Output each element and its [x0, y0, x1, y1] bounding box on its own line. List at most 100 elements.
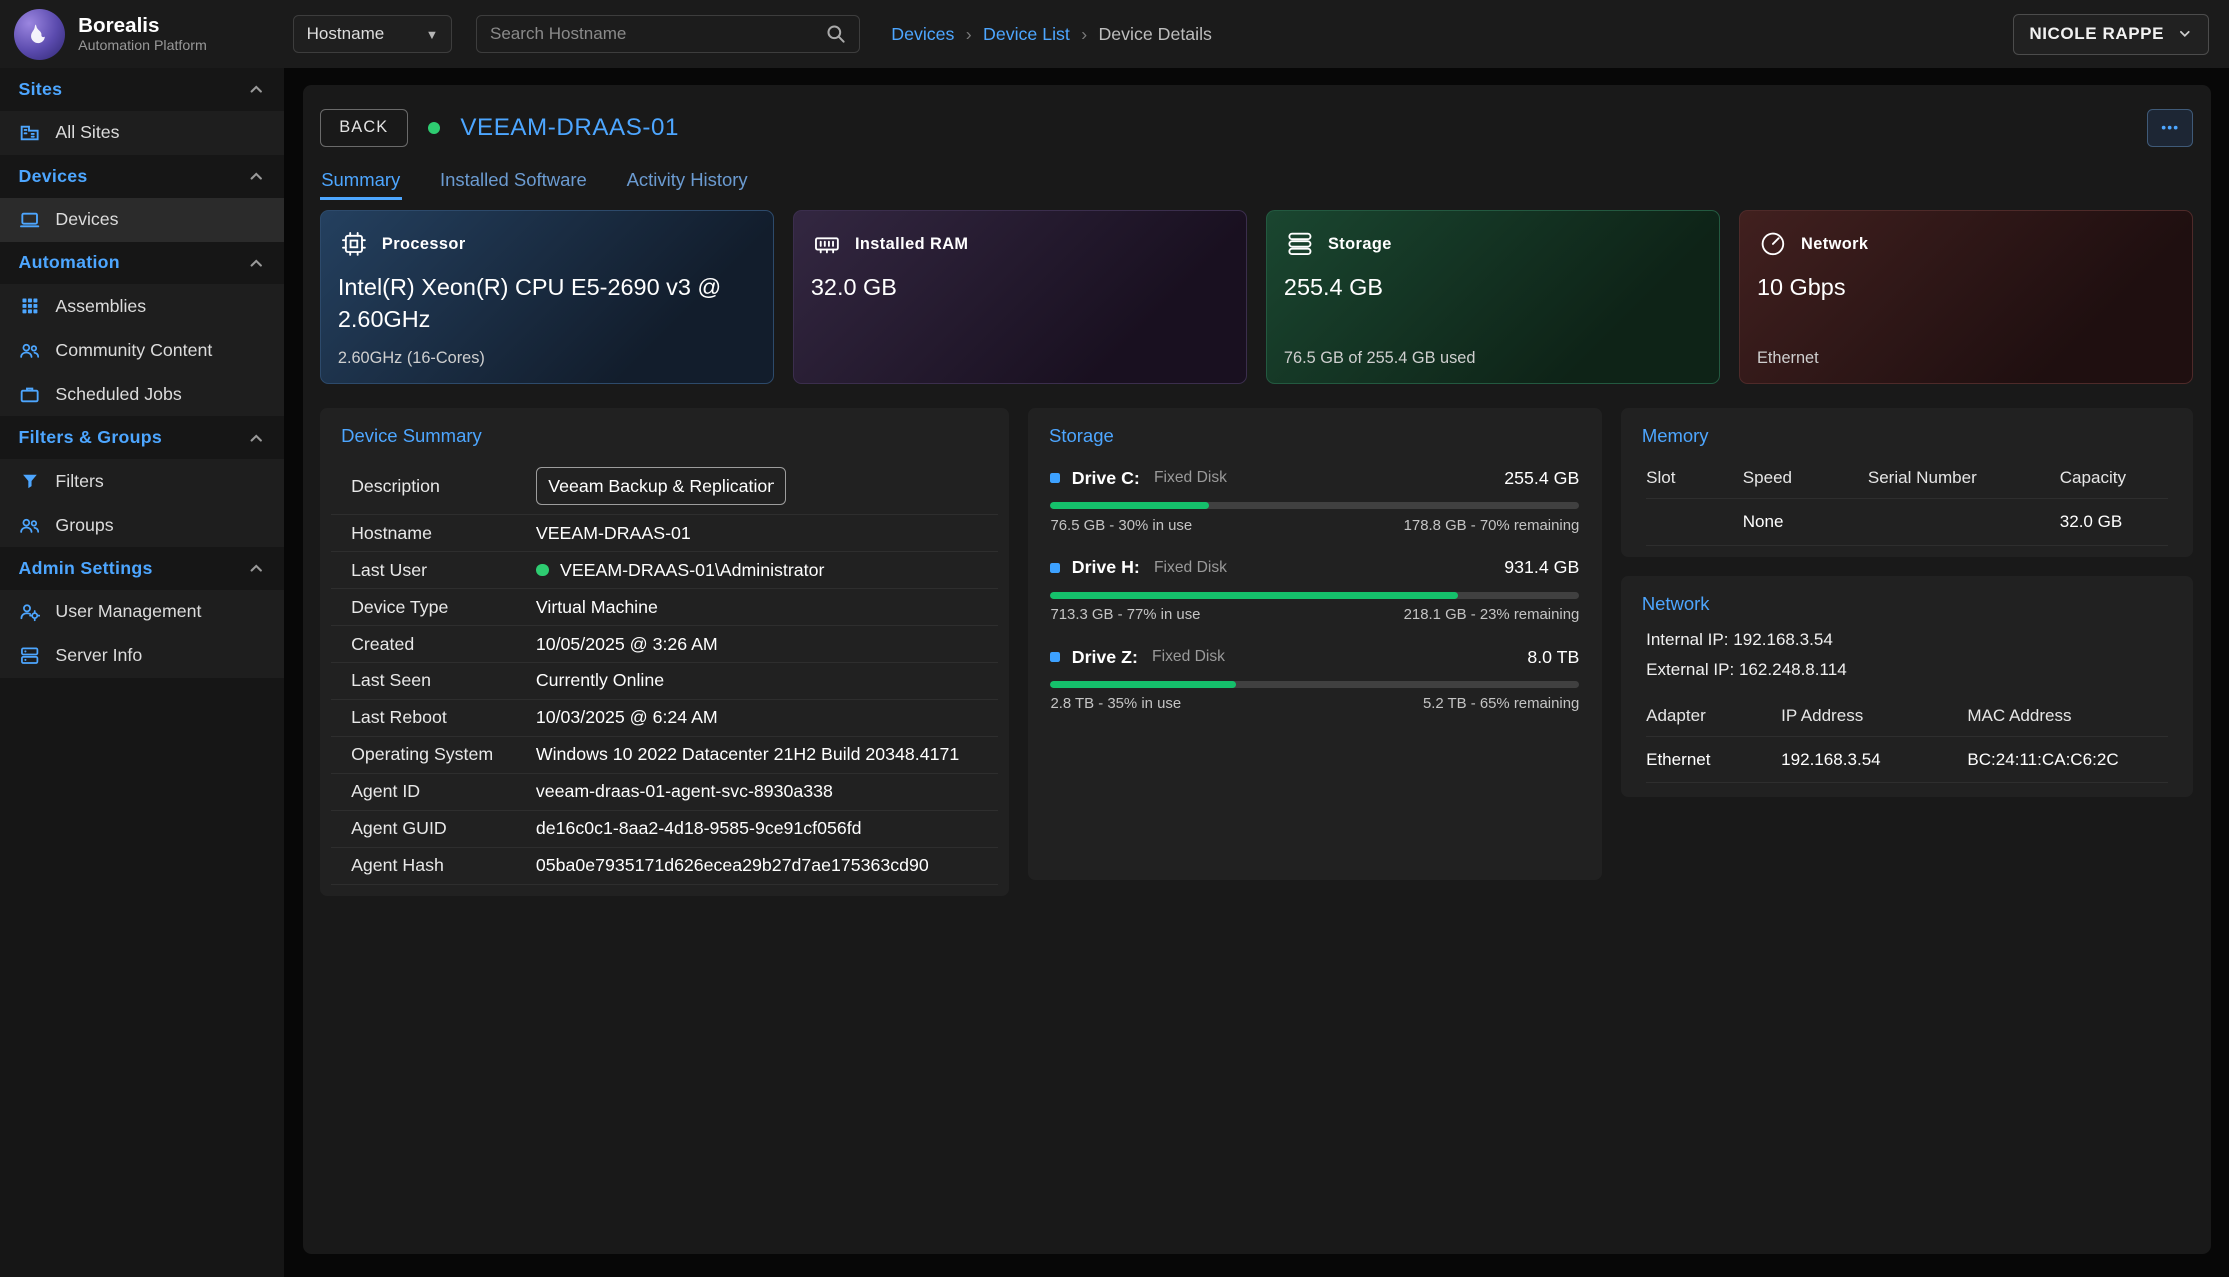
sidebar-item-community-content[interactable]: Community Content — [0, 328, 284, 372]
more-options-icon — [2159, 117, 2180, 138]
sidebar-item-groups[interactable]: Groups — [0, 503, 284, 547]
breadcrumb-device-details: Device Details — [1098, 24, 1211, 45]
more-options-button[interactable] — [2147, 109, 2194, 147]
summary-row-last-reboot: Last Reboot 10/03/2025 @ 6:24 AM — [331, 700, 998, 737]
internal-ip-value: 192.168.3.54 — [1733, 630, 1833, 649]
processor-icon — [338, 228, 369, 259]
drive-used-text: 76.5 GB - 30% in use — [1050, 517, 1192, 534]
memory-cell-slot — [1646, 499, 1743, 546]
ram-icon — [811, 228, 842, 259]
sidebar-item-label: Groups — [55, 515, 113, 536]
drive-used-text: 2.8 TB - 35% in use — [1050, 695, 1181, 712]
sidebar-item-server-info[interactable]: Server Info — [0, 634, 284, 678]
sidebar-item-assemblies[interactable]: Assemblies — [0, 284, 284, 328]
chevron-up-icon — [247, 167, 265, 185]
sidebar-item-scheduled-jobs[interactable]: Scheduled Jobs — [0, 372, 284, 416]
drive-remaining-text: 218.1 GB - 23% remaining — [1404, 606, 1580, 623]
breadcrumb-separator: › — [1081, 24, 1087, 45]
sidebar-section-admin-settings[interactable]: Admin Settings — [0, 547, 284, 590]
memory-panel-title: Memory — [1621, 408, 2194, 458]
memory-panel-card: Memory Slot Speed Serial Number Capacity… — [1621, 408, 2194, 557]
sidebar-item-label: Devices — [55, 209, 118, 230]
tab-summary[interactable]: Summary — [320, 164, 402, 197]
chevron-up-icon — [247, 559, 265, 577]
sidebar-item-user-management[interactable]: User Management — [0, 590, 284, 634]
sidebar-section-automation[interactable]: Automation — [0, 242, 284, 285]
ram-subtitle — [811, 349, 1229, 369]
storage-value: 255.4 GB — [1284, 272, 1671, 304]
external-ip-value: 162.248.8.114 — [1739, 660, 1847, 679]
network-icon — [1757, 228, 1788, 259]
network-panel-card: Network Internal IP: 192.168.3.54 Extern… — [1621, 576, 2194, 798]
summary-row-operating-system: Operating System Windows 10 2022 Datacen… — [331, 737, 998, 774]
chevron-up-icon — [247, 254, 265, 272]
drive-usage-bar — [1050, 592, 1579, 599]
drive-remaining-text: 178.8 GB - 70% remaining — [1404, 517, 1580, 534]
device-details-panel: BACK VEEAM-DRAAS-01 Summary Installed So… — [303, 85, 2211, 1254]
hostname-filter-select[interactable]: Hostname ▼ — [293, 15, 452, 53]
sidebar-item-label: User Management — [55, 601, 201, 622]
summary-row-created: Created 10/05/2025 @ 3:26 AM — [331, 626, 998, 663]
detail-columns: Device Summary Description Hostname VEEA… — [320, 408, 2194, 896]
sidebar-item-label: Community Content — [55, 340, 212, 361]
sidebar-item-filters[interactable]: Filters — [0, 459, 284, 503]
devices-icon — [18, 208, 41, 231]
summary-row-agent-hash: Agent Hash 05ba0e7935171d626ecea29b27d7a… — [331, 848, 998, 885]
stat-cards: Processor Intel(R) Xeon(R) CPU E5-2690 v… — [320, 210, 2194, 383]
memory-cell-speed: None — [1743, 499, 1868, 546]
chevron-up-icon — [247, 429, 265, 447]
drive-remaining-text: 5.2 TB - 65% remaining — [1423, 695, 1579, 712]
search-icon — [825, 23, 846, 44]
sidebar-item-label: All Sites — [55, 122, 119, 143]
sidebar-section-filters-groups[interactable]: Filters & Groups — [0, 416, 284, 459]
hostname-filter-value: Hostname — [307, 24, 385, 44]
chevron-up-icon — [247, 80, 265, 98]
app-root: Borealis Automation Platform Hostname ▼ … — [0, 0, 2229, 1277]
brand-name: Borealis — [78, 14, 207, 38]
sidebar-item-label: Scheduled Jobs — [55, 384, 181, 405]
storage-icon — [1284, 228, 1315, 259]
breadcrumb-device-list[interactable]: Device List — [983, 24, 1070, 45]
device-header: BACK VEEAM-DRAAS-01 — [320, 105, 2194, 150]
drive-used-text: 713.3 GB - 77% in use — [1050, 606, 1200, 623]
sidebar-section-sites[interactable]: Sites — [0, 68, 284, 111]
chevron-down-icon — [2177, 26, 2193, 42]
drive-usage-bar — [1050, 681, 1579, 688]
sidebar-item-devices[interactable]: Devices — [0, 198, 284, 242]
tab-installed-software[interactable]: Installed Software — [439, 164, 589, 197]
back-button[interactable]: BACK — [320, 109, 408, 147]
filters-icon — [18, 470, 41, 493]
description-input[interactable] — [536, 467, 786, 505]
memory-cell-serial — [1868, 499, 2060, 546]
search-box — [476, 15, 860, 53]
main-area: BACK VEEAM-DRAAS-01 Summary Installed So… — [284, 68, 2229, 1276]
summary-row-agent-guid: Agent GUID de16c0c1-8aa2-4d18-9585-9ce91… — [331, 811, 998, 848]
sidebar-item-all-sites[interactable]: All Sites — [0, 111, 284, 155]
user-menu-button[interactable]: NICOLE RAPPE — [2013, 14, 2209, 55]
network-card: Network 10 Gbps Ethernet — [1739, 210, 2194, 383]
top-bar: Borealis Automation Platform Hostname ▼ … — [0, 0, 2229, 68]
device-summary-title: Device Summary — [320, 408, 1009, 458]
storage-panel-card: Storage Drive C: Fixed Disk 255.4 GB — [1028, 408, 1602, 880]
groups-icon — [18, 514, 41, 537]
storage-card: Storage 255.4 GB 76.5 GB of 255.4 GB use… — [1266, 210, 1721, 383]
user-name: NICOLE RAPPE — [2029, 24, 2164, 44]
brand-text: Borealis Automation Platform — [78, 14, 207, 54]
search-input[interactable] — [490, 24, 825, 44]
storage-panel-title: Storage — [1028, 408, 1602, 458]
sidebar-section-devices[interactable]: Devices — [0, 155, 284, 198]
summary-row-device-type: Device Type Virtual Machine — [331, 589, 998, 626]
memory-cell-capacity: 32.0 GB — [2060, 499, 2168, 546]
breadcrumb-devices[interactable]: Devices — [891, 24, 954, 45]
tab-activity-history[interactable]: Activity History — [625, 164, 749, 197]
drive-usage-bar — [1050, 502, 1579, 509]
network-cell-adapter: Ethernet — [1646, 737, 1781, 784]
user-management-icon — [18, 601, 41, 624]
server-info-icon — [18, 645, 41, 668]
network-table: Adapter IP Address MAC Address Ethernet … — [1646, 696, 2168, 783]
caret-down-icon: ▼ — [426, 27, 439, 42]
device-tabs: Summary Installed Software Activity Hist… — [320, 162, 2194, 199]
internal-ip-line: Internal IP: 192.168.3.54 — [1621, 626, 2194, 655]
right-column: Memory Slot Speed Serial Number Capacity… — [1621, 408, 2194, 798]
memory-table: Slot Speed Serial Number Capacity None 3… — [1646, 458, 2168, 545]
